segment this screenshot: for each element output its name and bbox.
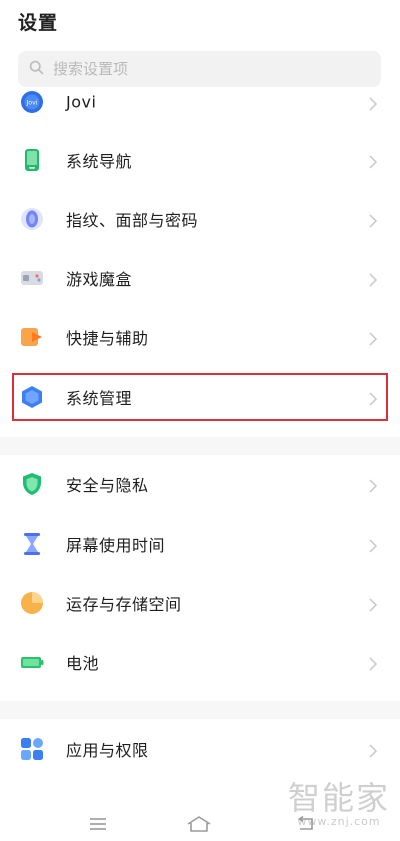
section-divider <box>0 437 400 455</box>
settings-item-apps-permissions[interactable]: 应用与权限 <box>0 720 400 778</box>
chevron-right-icon <box>368 214 378 228</box>
chevron-right-icon <box>368 155 378 169</box>
menu-icon <box>88 817 108 831</box>
chevron-right-icon <box>368 657 378 671</box>
settings-item-screen-time[interactable]: 屏幕使用时间 <box>0 515 400 573</box>
settings-item-label: 指纹、面部与密码 <box>66 211 199 230</box>
battery-icon <box>20 650 44 674</box>
settings-item-label: Jovi <box>66 92 97 112</box>
settings-item-label: 系统管理 <box>66 389 133 408</box>
settings-item-label: 游戏魔盒 <box>66 270 133 289</box>
settings-item-system-navigation[interactable]: 系统导航 <box>0 131 400 189</box>
settings-item-label: 电池 <box>66 654 100 673</box>
navigation-bar <box>0 800 400 841</box>
settings-item-system-management[interactable]: 系统管理 <box>0 368 400 426</box>
page-title: 设置 <box>18 12 59 34</box>
settings-item-label: 系统导航 <box>66 152 133 171</box>
settings-item-shortcuts-accessibility[interactable]: 快捷与辅助 <box>0 308 400 366</box>
settings-item-fingerprint-face-password[interactable]: 指纹、面部与密码 <box>0 190 400 248</box>
settings-item-game-box[interactable]: 游戏魔盒 <box>0 249 400 307</box>
settings-item-memory-storage[interactable]: 运存与存储空间 <box>0 574 400 632</box>
settings-item-security-privacy[interactable]: 安全与隐私 <box>0 455 400 513</box>
settings-item-battery[interactable]: 电池 <box>0 633 400 691</box>
chevron-right-icon <box>368 332 378 346</box>
system-management-icon <box>20 385 44 409</box>
chevron-right-icon <box>368 598 378 612</box>
home-icon <box>186 815 212 833</box>
fingerprint-icon <box>20 207 44 231</box>
shield-icon <box>20 472 44 496</box>
settings-item-label: 屏幕使用时间 <box>66 536 166 555</box>
menu-button[interactable] <box>85 814 111 834</box>
settings-item-label: 应用与权限 <box>66 741 149 760</box>
shortcut-icon <box>20 325 44 349</box>
phone-nav-icon <box>20 148 44 172</box>
settings-item-label: 安全与隐私 <box>66 476 149 495</box>
chevron-right-icon <box>368 273 378 287</box>
storage-pie-icon <box>20 591 44 615</box>
chevron-right-icon <box>368 479 378 493</box>
apps-grid-icon <box>20 737 44 761</box>
chevron-right-icon <box>368 744 378 758</box>
section-divider <box>0 701 400 719</box>
jovi-icon: Jovi <box>20 90 44 114</box>
game-box-icon <box>20 266 44 290</box>
settings-item-label: 运存与存储空间 <box>66 595 182 614</box>
chevron-right-icon <box>368 97 378 111</box>
back-icon <box>294 816 316 832</box>
settings-item-jovi[interactable]: Jovi Jovi <box>0 73 400 131</box>
svg-text:Jovi: Jovi <box>26 100 38 107</box>
hourglass-icon <box>20 532 44 556</box>
chevron-right-icon <box>368 539 378 553</box>
settings-item-label: 快捷与辅助 <box>66 329 149 348</box>
home-button[interactable] <box>186 814 212 834</box>
back-button[interactable] <box>292 814 318 834</box>
chevron-right-icon <box>368 392 378 406</box>
